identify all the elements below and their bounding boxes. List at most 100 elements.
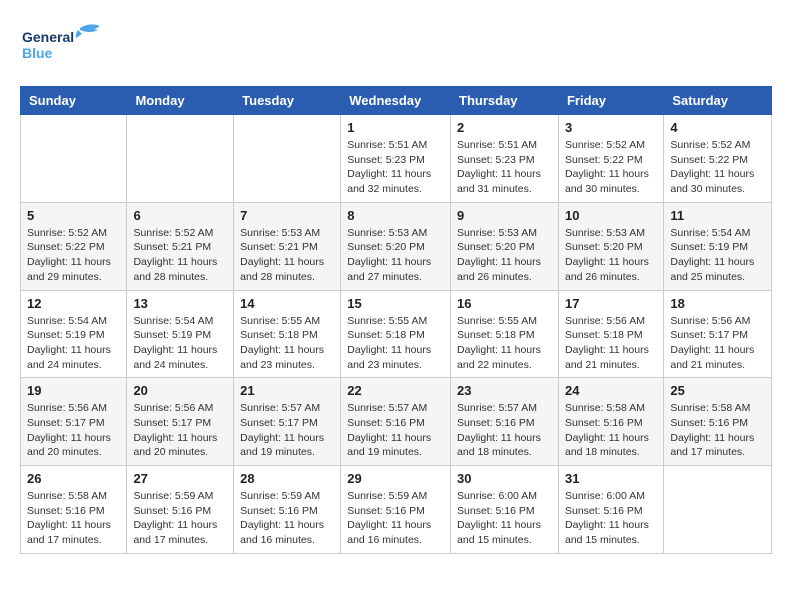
- calendar-cell: 21 Sunrise: 5:57 AMSunset: 5:17 PMDayligh…: [234, 378, 341, 466]
- day-number: 6: [133, 208, 227, 223]
- calendar-cell: 1 Sunrise: 5:51 AMSunset: 5:23 PMDaylight…: [341, 115, 451, 203]
- calendar-cell: 2 Sunrise: 5:51 AMSunset: 5:23 PMDaylight…: [451, 115, 559, 203]
- day-info: Sunrise: 5:54 AMSunset: 5:19 PMDaylight:…: [133, 314, 227, 373]
- calendar-cell: 31Sunrise: 6:00 AMSunset: 5:16 PMDayligh…: [558, 466, 663, 554]
- day-number: 30: [457, 471, 552, 486]
- calendar-cell: 15 Sunrise: 5:55 AMSunset: 5:18 PMDayligh…: [341, 290, 451, 378]
- calendar-cell: 27 Sunrise: 5:59 AMSunset: 5:16 PMDayligh…: [127, 466, 234, 554]
- calendar-cell: 17 Sunrise: 5:56 AMSunset: 5:18 PMDayligh…: [558, 290, 663, 378]
- calendar-cell: [234, 115, 341, 203]
- week-row-5: 26 Sunrise: 5:58 AMSunset: 5:16 PMDayligh…: [21, 466, 772, 554]
- day-info: Sunrise: 5:56 AMSunset: 5:17 PMDaylight:…: [133, 401, 227, 460]
- day-info: Sunrise: 5:52 AMSunset: 5:22 PMDaylight:…: [565, 138, 657, 197]
- calendar-cell: 26 Sunrise: 5:58 AMSunset: 5:16 PMDayligh…: [21, 466, 127, 554]
- day-number: 20: [133, 383, 227, 398]
- day-info: Sunrise: 5:59 AMSunset: 5:16 PMDaylight:…: [347, 489, 444, 548]
- logo-svg: General Blue: [20, 20, 110, 70]
- weekday-saturday: Saturday: [664, 87, 772, 115]
- day-number: 15: [347, 296, 444, 311]
- day-info: Sunrise: 5:53 AMSunset: 5:20 PMDaylight:…: [565, 226, 657, 285]
- day-number: 11: [670, 208, 765, 223]
- calendar-table: SundayMondayTuesdayWednesdayThursdayFrid…: [20, 86, 772, 554]
- day-info: Sunrise: 5:54 AMSunset: 5:19 PMDaylight:…: [27, 314, 120, 373]
- calendar-cell: 9 Sunrise: 5:53 AMSunset: 5:20 PMDaylight…: [451, 202, 559, 290]
- calendar-cell: 30 Sunrise: 6:00 AMSunset: 5:16 PMDayligh…: [451, 466, 559, 554]
- week-row-3: 12 Sunrise: 5:54 AMSunset: 5:19 PMDayligh…: [21, 290, 772, 378]
- calendar-cell: 24Sunrise: 5:58 AMSunset: 5:16 PMDayligh…: [558, 378, 663, 466]
- day-number: 12: [27, 296, 120, 311]
- day-number: 26: [27, 471, 120, 486]
- calendar-cell: 18 Sunrise: 5:56 AMSunset: 5:17 PMDayligh…: [664, 290, 772, 378]
- day-info: Sunrise: 5:59 AMSunset: 5:16 PMDaylight:…: [133, 489, 227, 548]
- day-info: Sunrise: 5:52 AMSunset: 5:22 PMDaylight:…: [670, 138, 765, 197]
- weekday-tuesday: Tuesday: [234, 87, 341, 115]
- svg-text:Blue: Blue: [22, 45, 53, 61]
- day-info: Sunrise: 5:58 AMSunset: 5:16 PMDaylight:…: [670, 401, 765, 460]
- day-info: Sunrise: 5:55 AMSunset: 5:18 PMDaylight:…: [347, 314, 444, 373]
- day-info: Sunrise: 5:59 AMSunset: 5:16 PMDaylight:…: [240, 489, 334, 548]
- calendar-cell: 8 Sunrise: 5:53 AMSunset: 5:20 PMDaylight…: [341, 202, 451, 290]
- day-info: Sunrise: 5:58 AMSunset: 5:16 PMDaylight:…: [27, 489, 120, 548]
- day-number: 19: [27, 383, 120, 398]
- day-number: 3: [565, 120, 657, 135]
- week-row-1: 1 Sunrise: 5:51 AMSunset: 5:23 PMDaylight…: [21, 115, 772, 203]
- day-number: 9: [457, 208, 552, 223]
- calendar-cell: 25 Sunrise: 5:58 AMSunset: 5:16 PMDayligh…: [664, 378, 772, 466]
- day-info: Sunrise: 5:51 AMSunset: 5:23 PMDaylight:…: [457, 138, 552, 197]
- calendar-cell: 10 Sunrise: 5:53 AMSunset: 5:20 PMDayligh…: [558, 202, 663, 290]
- day-number: 22: [347, 383, 444, 398]
- day-number: 29: [347, 471, 444, 486]
- calendar-cell: 22 Sunrise: 5:57 AMSunset: 5:16 PMDayligh…: [341, 378, 451, 466]
- day-info: Sunrise: 5:54 AMSunset: 5:19 PMDaylight:…: [670, 226, 765, 285]
- day-info: Sunrise: 6:00 AMSunset: 5:16 PMDaylight:…: [565, 489, 657, 548]
- day-info: Sunrise: 5:58 AMSunset: 5:16 PMDaylight:…: [565, 401, 657, 460]
- day-info: Sunrise: 5:57 AMSunset: 5:17 PMDaylight:…: [240, 401, 334, 460]
- day-number: 27: [133, 471, 227, 486]
- week-row-4: 19 Sunrise: 5:56 AMSunset: 5:17 PMDayligh…: [21, 378, 772, 466]
- weekday-monday: Monday: [127, 87, 234, 115]
- day-number: 14: [240, 296, 334, 311]
- calendar-cell: 7Sunrise: 5:53 AMSunset: 5:21 PMDaylight…: [234, 202, 341, 290]
- day-number: 5: [27, 208, 120, 223]
- day-number: 21: [240, 383, 334, 398]
- day-info: Sunrise: 5:55 AMSunset: 5:18 PMDaylight:…: [457, 314, 552, 373]
- day-info: Sunrise: 5:53 AMSunset: 5:20 PMDaylight:…: [347, 226, 444, 285]
- day-info: Sunrise: 5:51 AMSunset: 5:23 PMDaylight:…: [347, 138, 444, 197]
- day-info: Sunrise: 5:56 AMSunset: 5:17 PMDaylight:…: [27, 401, 120, 460]
- day-info: Sunrise: 5:53 AMSunset: 5:21 PMDaylight:…: [240, 226, 334, 285]
- calendar-cell: [664, 466, 772, 554]
- calendar-cell: 29 Sunrise: 5:59 AMSunset: 5:16 PMDayligh…: [341, 466, 451, 554]
- day-number: 4: [670, 120, 765, 135]
- day-number: 2: [457, 120, 552, 135]
- calendar-cell: 3 Sunrise: 5:52 AMSunset: 5:22 PMDaylight…: [558, 115, 663, 203]
- day-info: Sunrise: 6:00 AMSunset: 5:16 PMDaylight:…: [457, 489, 552, 548]
- day-number: 18: [670, 296, 765, 311]
- svg-text:General: General: [22, 29, 74, 45]
- day-number: 1: [347, 120, 444, 135]
- day-info: Sunrise: 5:57 AMSunset: 5:16 PMDaylight:…: [457, 401, 552, 460]
- logo: General Blue: [20, 20, 110, 70]
- calendar-cell: 4 Sunrise: 5:52 AMSunset: 5:22 PMDaylight…: [664, 115, 772, 203]
- calendar-cell: 19 Sunrise: 5:56 AMSunset: 5:17 PMDayligh…: [21, 378, 127, 466]
- calendar-cell: 20 Sunrise: 5:56 AMSunset: 5:17 PMDayligh…: [127, 378, 234, 466]
- calendar-cell: 28 Sunrise: 5:59 AMSunset: 5:16 PMDayligh…: [234, 466, 341, 554]
- day-info: Sunrise: 5:56 AMSunset: 5:18 PMDaylight:…: [565, 314, 657, 373]
- day-info: Sunrise: 5:57 AMSunset: 5:16 PMDaylight:…: [347, 401, 444, 460]
- day-info: Sunrise: 5:56 AMSunset: 5:17 PMDaylight:…: [670, 314, 765, 373]
- calendar-cell: [127, 115, 234, 203]
- day-number: 10: [565, 208, 657, 223]
- day-number: 25: [670, 383, 765, 398]
- day-number: 16: [457, 296, 552, 311]
- day-number: 17: [565, 296, 657, 311]
- weekday-wednesday: Wednesday: [341, 87, 451, 115]
- calendar-cell: 11 Sunrise: 5:54 AMSunset: 5:19 PMDayligh…: [664, 202, 772, 290]
- weekday-thursday: Thursday: [451, 87, 559, 115]
- day-number: 8: [347, 208, 444, 223]
- day-info: Sunrise: 5:53 AMSunset: 5:20 PMDaylight:…: [457, 226, 552, 285]
- page-header: General Blue: [20, 20, 772, 70]
- weekday-sunday: Sunday: [21, 87, 127, 115]
- weekday-header-row: SundayMondayTuesdayWednesdayThursdayFrid…: [21, 87, 772, 115]
- calendar-cell: 16 Sunrise: 5:55 AMSunset: 5:18 PMDayligh…: [451, 290, 559, 378]
- day-number: 28: [240, 471, 334, 486]
- day-info: Sunrise: 5:52 AMSunset: 5:21 PMDaylight:…: [133, 226, 227, 285]
